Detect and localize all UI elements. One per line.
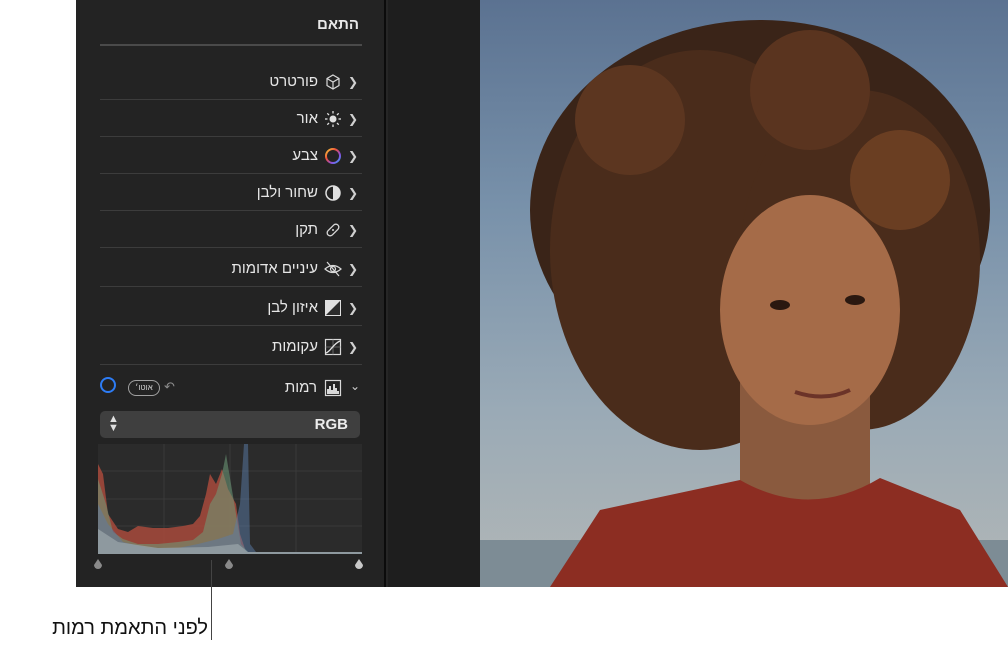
- row-label: שחור ולבן: [256, 184, 318, 201]
- curves-icon: [324, 338, 342, 356]
- row-label: עיניים אדומות: [231, 260, 319, 277]
- chevron-right-icon[interactable]: ❯: [344, 262, 362, 276]
- color-circle-icon: [324, 147, 342, 165]
- levels-histogram[interactable]: [98, 444, 362, 554]
- adjust-row-portrait[interactable]: ❯ פורטרט: [100, 64, 362, 100]
- callout-line: [211, 560, 212, 640]
- levels-label: רמות: [284, 379, 317, 396]
- chevron-right-icon[interactable]: ❯: [344, 301, 362, 315]
- chevron-right-icon[interactable]: ❯: [344, 75, 362, 89]
- adjust-row-red-eye[interactable]: ❯ עיניים אדומות: [100, 251, 362, 287]
- chevron-right-icon[interactable]: ❯: [344, 149, 362, 163]
- chevron-right-icon[interactable]: ❯: [344, 340, 362, 354]
- channel-value: RGB: [314, 416, 348, 433]
- photo-preview: [480, 0, 1008, 587]
- callout-caption: לפני התאמת רמות: [52, 617, 208, 639]
- adjust-row-white-balance[interactable]: ❯ איזון לבן: [100, 290, 362, 326]
- undo-icon[interactable]: ↶: [164, 379, 175, 395]
- circle-toggle-icon[interactable]: [100, 377, 116, 393]
- adjust-row-black-white[interactable]: ❯ שחור ולבן: [100, 175, 362, 211]
- row-label: פורטרט: [269, 73, 318, 90]
- half-circle-icon: [324, 184, 342, 202]
- chevron-right-icon[interactable]: ❯: [344, 223, 362, 237]
- title-divider: [100, 44, 362, 46]
- adjust-row-light[interactable]: ❯ אור: [100, 101, 362, 137]
- auto-button[interactable]: אוטו׳: [128, 380, 160, 396]
- eye-slash-icon: [324, 260, 342, 278]
- white-balance-icon: [324, 299, 342, 317]
- row-label: צבע: [292, 147, 318, 164]
- adjust-row-levels[interactable]: ⌄ רמות ↶ אוטו׳: [100, 373, 362, 403]
- black-point-handle[interactable]: [94, 556, 102, 569]
- adjust-row-retouch[interactable]: ❯ תקן: [100, 212, 362, 248]
- adjust-row-color[interactable]: ❯ צבע: [100, 138, 362, 174]
- bandage-icon: [324, 221, 342, 239]
- adjust-title: התאם: [317, 16, 359, 33]
- chevron-right-icon[interactable]: ❯: [344, 186, 362, 200]
- chevron-down-icon[interactable]: ⌄: [350, 379, 360, 393]
- midtone-handle[interactable]: [225, 556, 233, 569]
- row-label: אור: [296, 110, 318, 127]
- up-down-arrows-icon: ▲ ▼: [108, 413, 119, 434]
- chevron-right-icon[interactable]: ❯: [344, 112, 362, 126]
- canvas-margin: [388, 0, 480, 587]
- sun-icon: [324, 110, 342, 128]
- row-label: תקן: [295, 221, 318, 238]
- levels-icon: [324, 379, 342, 397]
- white-point-handle[interactable]: [355, 556, 363, 569]
- adjust-sidebar: התאם ❯ פורטרט ❯ אור ❯ צבע ❯ שחור ולבן ❯ …: [76, 0, 386, 587]
- row-label: איזון לבן: [267, 299, 318, 316]
- channel-select[interactable]: ▲ ▼ RGB: [100, 411, 360, 438]
- cube-icon: [324, 73, 342, 91]
- adjust-row-curves[interactable]: ❯ עקומות: [100, 329, 362, 365]
- photos-edit-window: התאם ❯ פורטרט ❯ אור ❯ צבע ❯ שחור ולבן ❯ …: [76, 0, 1008, 587]
- row-label: עקומות: [271, 338, 318, 355]
